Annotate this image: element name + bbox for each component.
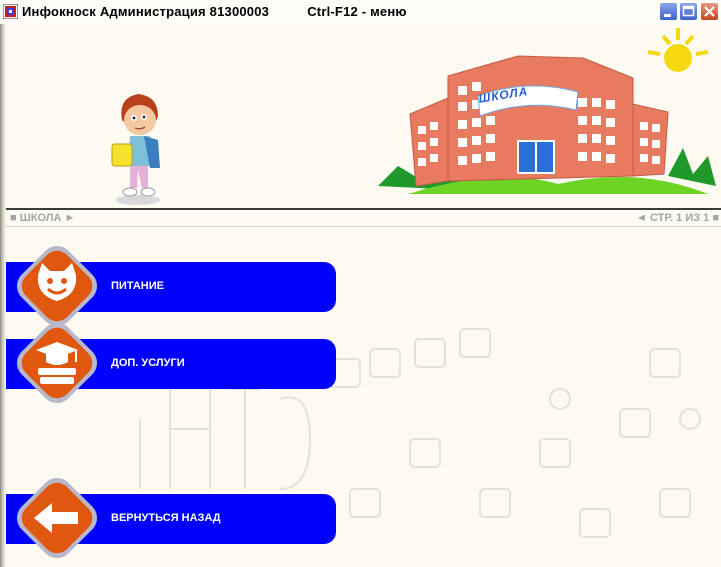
nav-divider (6, 226, 721, 227)
schoolboy-illustration (111, 94, 160, 205)
smiley-face-icon[interactable] (14, 243, 100, 329)
school-building-illustration (378, 28, 716, 194)
navigation-strip: ■ ШКОЛА ► ◄ СТР. 1 ИЗ 1 ■ (6, 212, 721, 224)
maximize-icon (682, 5, 695, 17)
kiosk-screen: ШКОЛА ■ ШКОЛА ► ◄ СТР. 1 ИЗ 1 ■ ПИТАНИЕ … (0, 24, 721, 567)
breadcrumb[interactable]: ■ ШКОЛА ► (10, 212, 75, 224)
header-divider (6, 208, 721, 210)
maximize-button[interactable] (679, 2, 698, 21)
back-label: ВЕРНУТЬСЯ НАЗАД (111, 512, 221, 524)
minimize-icon (664, 14, 671, 17)
back-arrow-icon[interactable] (14, 475, 100, 561)
minimize-button[interactable] (659, 2, 678, 21)
close-button[interactable] (700, 2, 719, 21)
graduation-cap-books-icon[interactable] (14, 320, 100, 406)
window-title: Инфокноск Администрация 81300003 Ctrl-F1… (22, 4, 407, 19)
page-indicator[interactable]: ◄ СТР. 1 ИЗ 1 ■ (636, 212, 719, 224)
app-icon (3, 4, 18, 19)
window-title-bar[interactable]: Инфокноск Администрация 81300003 Ctrl-F1… (0, 0, 721, 25)
pitanie-label: ПИТАНИЕ (111, 280, 164, 292)
close-icon (704, 6, 715, 17)
dop-uslugi-label: ДОП. УСЛУГИ (111, 357, 185, 369)
